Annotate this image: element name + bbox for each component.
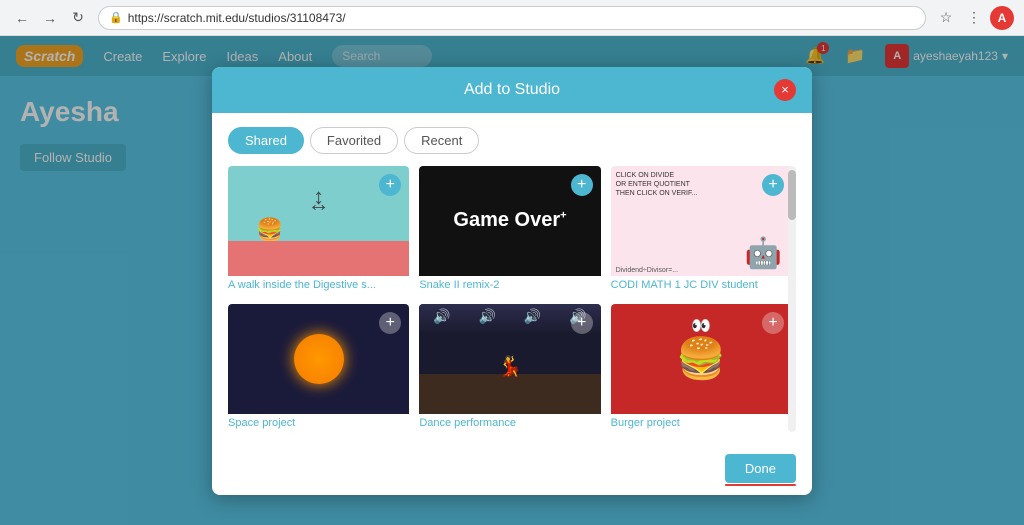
modal-close-button[interactable]: × bbox=[774, 79, 796, 101]
sun-icon bbox=[294, 334, 344, 384]
arrows-vertical-icon: ↕ bbox=[313, 184, 324, 210]
address-bar[interactable]: 🔒 https://scratch.mit.edu/studios/311084… bbox=[98, 6, 926, 30]
modal-title: Add to Studio bbox=[250, 81, 774, 99]
project-thumb-6: 🍔 👀 + bbox=[611, 304, 792, 414]
modal-body: Shared Favorited Recent ↔ ↕ 🍔 + bbox=[212, 113, 812, 446]
project-thumb-4: + bbox=[228, 304, 409, 414]
add-project-6-button[interactable]: + bbox=[762, 312, 784, 334]
project-card-6[interactable]: 🍔 👀 + Burger project bbox=[611, 304, 792, 432]
codimath-text: CLICK ON DIVIDEOR ENTER QUOTIENTTHEN CLI… bbox=[616, 171, 698, 198]
more-button[interactable]: ⋮ bbox=[962, 6, 986, 30]
back-button[interactable]: ← bbox=[10, 6, 34, 30]
project-thumb-5: 💃 🔊 🔊 🔊 🔊 + bbox=[419, 304, 600, 414]
dancer-icon: 💃 bbox=[498, 354, 523, 379]
project-name-3: CODI MATH 1 JC DIV student bbox=[611, 276, 792, 294]
project-name-1: A walk inside the Digestive s... bbox=[228, 276, 409, 294]
project-thumb-3: CLICK ON DIVIDEOR ENTER QUOTIENTTHEN CLI… bbox=[611, 166, 792, 276]
gameover-text: Game Over+ bbox=[453, 209, 566, 232]
forward-button[interactable]: → bbox=[38, 6, 62, 30]
project-card-1[interactable]: ↔ ↕ 🍔 + A walk inside the Digestive s... bbox=[228, 166, 409, 294]
project-name-6: Burger project bbox=[611, 414, 792, 432]
ground-element bbox=[228, 241, 409, 276]
project-card-5[interactable]: 💃 🔊 🔊 🔊 🔊 + Dance performance bbox=[419, 304, 600, 432]
projects-grid: ↔ ↕ 🍔 + A walk inside the Digestive s...… bbox=[228, 166, 796, 432]
modal-overlay: Add to Studio × Shared Favorited Recent … bbox=[0, 36, 1024, 525]
project-name-2: Snake II remix-2 bbox=[419, 276, 600, 294]
browser-nav-buttons: ← → ↻ bbox=[10, 6, 90, 30]
character-icon: 🍔 bbox=[256, 217, 283, 243]
add-project-2-button[interactable]: + bbox=[571, 174, 593, 196]
tab-favorited[interactable]: Favorited bbox=[310, 127, 398, 154]
modal-header: Add to Studio × bbox=[212, 67, 812, 113]
tab-recent[interactable]: Recent bbox=[404, 127, 479, 154]
add-project-1-button[interactable]: + bbox=[379, 174, 401, 196]
project-card-3[interactable]: CLICK ON DIVIDEOR ENTER QUOTIENTTHEN CLI… bbox=[611, 166, 792, 294]
add-project-4-button[interactable]: + bbox=[379, 312, 401, 334]
bookmark-button[interactable]: ☆ bbox=[934, 6, 958, 30]
add-to-studio-modal: Add to Studio × Shared Favorited Recent … bbox=[212, 67, 812, 495]
robot-icon: 🤖 bbox=[745, 236, 782, 271]
add-project-3-button[interactable]: + bbox=[762, 174, 784, 196]
project-thumb-2: Game Over+ + bbox=[419, 166, 600, 276]
lock-icon: 🔒 bbox=[109, 11, 123, 24]
add-project-5-button[interactable]: + bbox=[571, 312, 593, 334]
profile-icon[interactable]: A bbox=[990, 6, 1014, 30]
scrollbar-track[interactable] bbox=[788, 166, 796, 432]
eyes-icon: 👀 bbox=[691, 316, 711, 336]
browser-chrome: ← → ↻ 🔒 https://scratch.mit.edu/studios/… bbox=[0, 0, 1024, 36]
done-button[interactable]: Done bbox=[725, 454, 796, 483]
browser-actions: ☆ ⋮ A bbox=[934, 6, 1014, 30]
burger-icon: 🍔 bbox=[676, 335, 726, 382]
scrollbar-thumb[interactable] bbox=[788, 170, 796, 220]
stage-floor bbox=[419, 374, 600, 414]
project-card-2[interactable]: Game Over+ + Snake II remix-2 bbox=[419, 166, 600, 294]
tab-shared[interactable]: Shared bbox=[228, 127, 304, 154]
project-name-5: Dance performance bbox=[419, 414, 600, 432]
project-card-4[interactable]: + Space project bbox=[228, 304, 409, 432]
project-name-4: Space project bbox=[228, 414, 409, 432]
reload-button[interactable]: ↻ bbox=[66, 6, 90, 30]
projects-grid-wrapper: ↔ ↕ 🍔 + A walk inside the Digestive s...… bbox=[228, 166, 796, 432]
done-button-wrapper: Done bbox=[725, 454, 796, 483]
modal-tabs: Shared Favorited Recent bbox=[228, 127, 796, 154]
project-thumb-1: ↔ ↕ 🍔 + bbox=[228, 166, 409, 276]
formula-text: Dividend÷Divisor=... bbox=[616, 267, 678, 274]
url-text: https://scratch.mit.edu/studios/31108473… bbox=[128, 11, 346, 25]
modal-footer: Done bbox=[212, 446, 812, 495]
